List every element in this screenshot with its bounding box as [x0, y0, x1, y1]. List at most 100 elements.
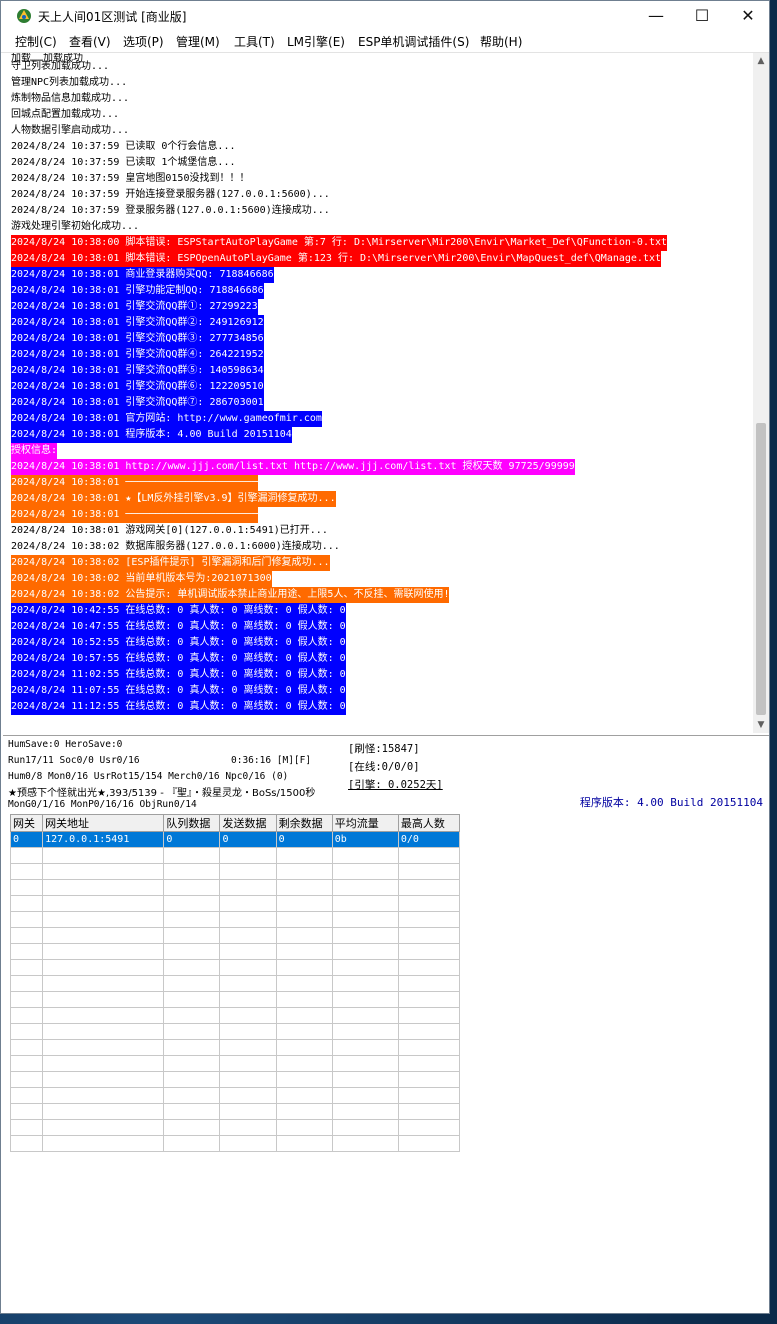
table-cell	[275, 991, 333, 1008]
table-row-empty[interactable]	[9, 1135, 461, 1152]
table-cell	[397, 1135, 461, 1152]
log-line: 2024/8/24 10:38:01 引擎交流QQ群②: 249126912	[11, 315, 264, 331]
table-row-empty[interactable]	[9, 1087, 461, 1104]
menu-view[interactable]: 查看(V)	[69, 33, 111, 50]
scroll-up-icon[interactable]: ▲	[753, 53, 769, 69]
table-cell	[42, 1007, 165, 1024]
table-cell	[9, 911, 44, 928]
table-cell	[397, 1007, 461, 1024]
table-cell	[275, 1071, 333, 1088]
log-line: 2024/8/24 10:38:01 引擎交流QQ群①: 27299223	[11, 299, 258, 315]
table-row-empty[interactable]	[9, 863, 461, 880]
log-line: 2024/8/24 10:47:55 在线总数: 0 真人数: 0 离线数: 0…	[11, 619, 346, 635]
col-header-avg-traffic[interactable]: 平均流量	[331, 814, 399, 832]
table-cell: 0	[9, 831, 44, 848]
table-cell	[9, 959, 44, 976]
scroll-down-icon[interactable]: ▼	[753, 717, 769, 733]
col-header-max-users[interactable]: 最高人数	[397, 814, 461, 832]
table-cell	[9, 879, 44, 896]
table-row-empty[interactable]	[9, 1039, 461, 1056]
table-cell	[275, 1007, 333, 1024]
table-cell	[331, 879, 399, 896]
table-cell	[275, 1119, 333, 1136]
table-cell	[275, 847, 333, 864]
server-log[interactable]: 加载……加载成功 守卫列表加载成功... 管理NPC列表加载成功... 炼制物品信息…	[3, 53, 753, 733]
table-row-empty[interactable]	[9, 959, 461, 976]
col-header-gateway[interactable]: 网关	[9, 814, 44, 832]
table-cell	[331, 847, 399, 864]
table-cell	[9, 1023, 44, 1040]
log-line: 2024/8/24 10:38:01 引擎交流QQ群③: 277734856	[11, 331, 264, 347]
table-row-empty[interactable]	[9, 991, 461, 1008]
menu-help[interactable]: 帮助(H)	[480, 33, 522, 50]
table-cell	[9, 1119, 44, 1136]
table-cell	[42, 927, 165, 944]
minimize-button[interactable]: —	[633, 1, 679, 31]
scroll-thumb[interactable]	[756, 423, 766, 715]
table-cell	[42, 1039, 165, 1056]
table-cell	[42, 879, 165, 896]
table-cell	[219, 1055, 277, 1072]
log-line: 2024/8/24 10:38:01 ─────────────────────…	[11, 507, 258, 523]
log-line: 2024/8/24 10:37:59 皇宫地图0150没找到！！！	[11, 173, 250, 184]
table-cell	[275, 927, 333, 944]
table-row-empty[interactable]	[9, 1103, 461, 1120]
table-row-empty[interactable]	[9, 943, 461, 960]
table-cell	[397, 959, 461, 976]
col-header-sent[interactable]: 发送数据	[219, 814, 277, 832]
menu-tools[interactable]: 工具(T)	[234, 33, 275, 50]
close-button[interactable]: ✕	[725, 1, 771, 31]
menu-options[interactable]: 选项(P)	[123, 33, 164, 50]
table-cell	[42, 1135, 165, 1152]
table-row-empty[interactable]	[9, 847, 461, 864]
table-row-empty[interactable]	[9, 911, 461, 928]
table-cell	[331, 1007, 399, 1024]
log-line: 2024/8/24 10:38:01 引擎交流QQ群⑤: 140598634	[11, 363, 264, 379]
col-header-remaining[interactable]: 剩余数据	[275, 814, 333, 832]
log-scrollbar[interactable]: ▲ ▼	[753, 53, 769, 733]
menu-lm-engine[interactable]: LM引擎(E)	[287, 33, 345, 50]
table-row-empty[interactable]	[9, 1055, 461, 1072]
table-cell	[163, 847, 221, 864]
table-cell	[331, 895, 399, 912]
menu-esp-plugin[interactable]: ESP单机调试插件(S)	[358, 33, 469, 50]
table-row[interactable]: 0 127.0.0.1:5491 0 0 0 0b 0/0	[9, 831, 461, 848]
table-row-empty[interactable]	[9, 879, 461, 896]
window-title: 天上人间01区测试 [商业版]	[38, 10, 187, 24]
log-line: 人物数据引擎启动成功...	[11, 125, 130, 136]
table-row-empty[interactable]	[9, 927, 461, 944]
table-cell	[219, 975, 277, 992]
table-cell	[331, 991, 399, 1008]
table-row-empty[interactable]	[9, 895, 461, 912]
table-row-empty[interactable]	[9, 975, 461, 992]
table-row-empty[interactable]	[9, 1071, 461, 1088]
table-cell	[163, 863, 221, 880]
app-window: 天上人间01区测试 [商业版] — ☐ ✕ 控制(C) 查看(V) 选项(P) …	[0, 0, 770, 1314]
table-cell	[163, 911, 221, 928]
log-line: 守卫列表加载成功...	[11, 61, 110, 72]
menu-control[interactable]: 控制(C)	[15, 33, 57, 50]
table-cell	[9, 1087, 44, 1104]
table-cell	[331, 1023, 399, 1040]
table-cell	[42, 895, 165, 912]
table-row-empty[interactable]	[9, 1119, 461, 1136]
table-cell	[219, 1039, 277, 1056]
table-cell	[9, 927, 44, 944]
table-cell	[9, 847, 44, 864]
log-line: 2024/8/24 10:57:55 在线总数: 0 真人数: 0 离线数: 0…	[11, 651, 346, 667]
col-header-address[interactable]: 网关地址	[42, 814, 165, 832]
table-cell	[163, 895, 221, 912]
log-line: 2024/8/24 10:38:02 [ESP插件提示] 引擎漏洞和后门修复成功…	[11, 555, 330, 571]
table-cell	[331, 1071, 399, 1088]
table-cell	[9, 1103, 44, 1120]
table-cell	[219, 959, 277, 976]
maximize-button[interactable]: ☐	[679, 1, 725, 31]
log-line: 2024/8/24 10:38:01 游戏网关[0](127.0.0.1:549…	[11, 525, 328, 536]
table-row-empty[interactable]	[9, 1007, 461, 1024]
log-line: 2024/8/24 10:38:01 商业登录器购买QQ: 718846686	[11, 267, 274, 283]
table-row-empty[interactable]	[9, 1023, 461, 1040]
menu-manage[interactable]: 管理(M)	[176, 33, 220, 50]
col-header-queue[interactable]: 队列数据	[163, 814, 221, 832]
log-line: 2024/8/24 10:38:01 程序版本: 4.00 Build 2015…	[11, 427, 292, 443]
table-cell	[163, 1135, 221, 1152]
